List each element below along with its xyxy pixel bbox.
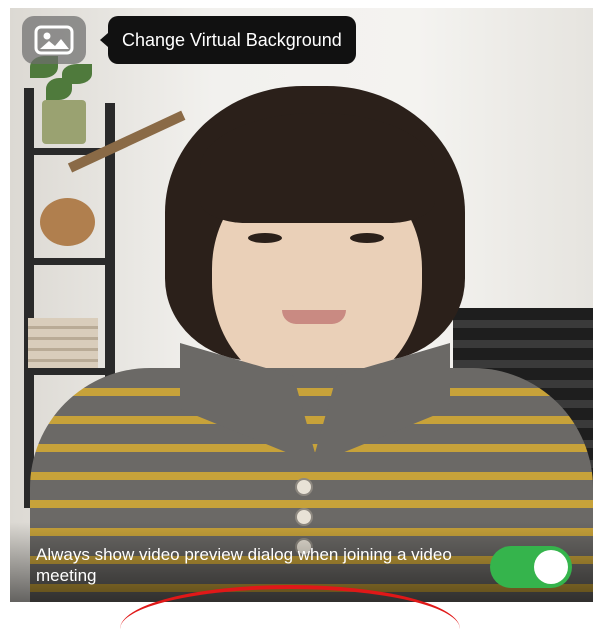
shelf-bar (24, 258, 115, 265)
person-eye (248, 233, 282, 243)
book-stack (28, 318, 98, 368)
image-icon (34, 25, 74, 55)
shirt-button (295, 478, 313, 496)
guitar-body (40, 198, 95, 246)
plant-pot (42, 100, 86, 144)
plant-leaf (46, 78, 72, 100)
tooltip-text: Change Virtual Background (122, 29, 342, 50)
person-mouth (282, 310, 346, 324)
video-preview-preference-label: Always show video preview dialog when jo… (36, 545, 452, 585)
video-preview (10, 8, 593, 602)
person-eye (350, 233, 384, 243)
change-background-tooltip: Change Virtual Background (100, 16, 356, 64)
video-preview-toggle[interactable] (490, 546, 572, 588)
virtual-background-button[interactable] (22, 16, 86, 64)
person-bangs (200, 113, 435, 223)
toggle-knob (534, 550, 568, 584)
shelf-bar (24, 368, 115, 375)
